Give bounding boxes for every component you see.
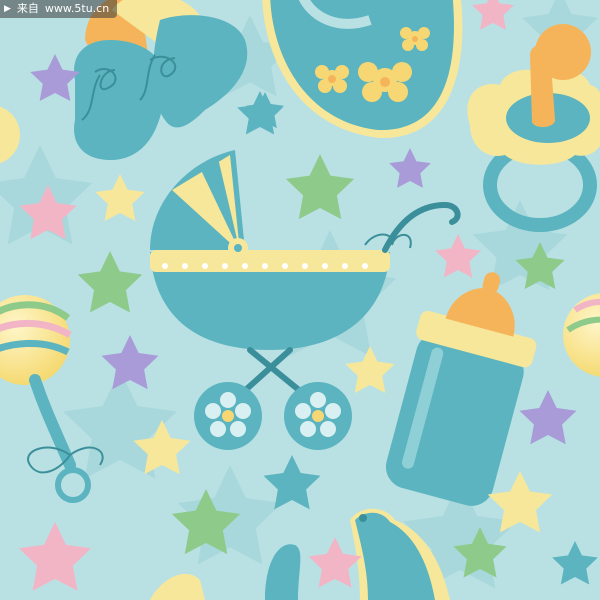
pattern-artwork [0, 0, 600, 600]
watermark-url[interactable]: www.5tu.cn [45, 0, 109, 18]
play-arrow-icon: ▶ [4, 4, 11, 14]
watermark-badge: ▶ 来自 www.5tu.cn [0, 0, 118, 18]
watermark-label: 来自 [16, 2, 39, 15]
baby-pattern-scene: ▶ 来自 www.5tu.cn [0, 0, 600, 600]
